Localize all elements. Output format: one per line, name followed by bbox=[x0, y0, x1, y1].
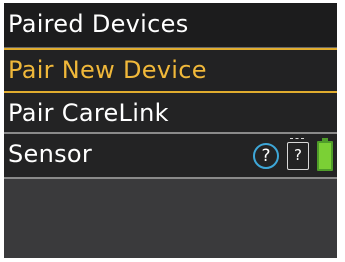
menu-item-label: Sensor bbox=[8, 140, 93, 168]
menu-item-pair-carelink[interactable]: Pair CareLink bbox=[4, 93, 337, 134]
page-title: Paired Devices bbox=[8, 10, 189, 38]
question-circle-icon: ? bbox=[253, 143, 279, 169]
menu-item-label: Pair New Device bbox=[8, 56, 207, 84]
battery-full-icon bbox=[317, 138, 333, 171]
device-screen: Paired Devices Pair New Device Pair Care… bbox=[4, 3, 337, 258]
menu-item-sensor[interactable]: Sensor ? ? bbox=[4, 134, 337, 179]
menu-item-pair-new-device[interactable]: Pair New Device bbox=[4, 48, 337, 93]
title-bar: Paired Devices bbox=[4, 3, 337, 48]
menu-item-label: Pair CareLink bbox=[8, 99, 169, 127]
sensor-status-icons: ? ? bbox=[253, 138, 333, 171]
sensor-question-icon: ? bbox=[287, 138, 309, 170]
